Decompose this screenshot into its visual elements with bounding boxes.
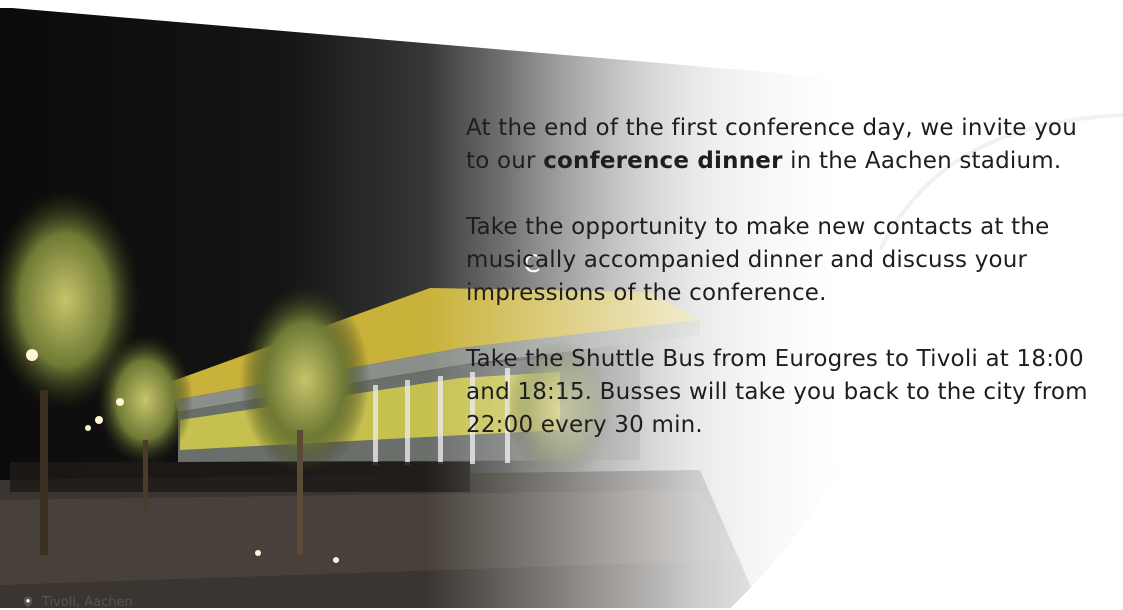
- shuttle-paragraph: Take the Shuttle Bus from Eurogres to Ti…: [466, 346, 1088, 438]
- intro-text-end: in the Aachen stadium.: [782, 148, 1062, 174]
- hero-banner: C At the end of the first conference day…: [0, 0, 1123, 608]
- dinner-description: At the end of the first conference day, …: [466, 112, 1106, 442]
- networking-paragraph: Take the opportunity to make new contact…: [466, 214, 1050, 306]
- intro-paragraph: At the end of the first conference day, …: [466, 112, 1106, 178]
- conference-dinner-highlight: conference dinner: [543, 148, 783, 174]
- map-pin-icon: [23, 596, 33, 608]
